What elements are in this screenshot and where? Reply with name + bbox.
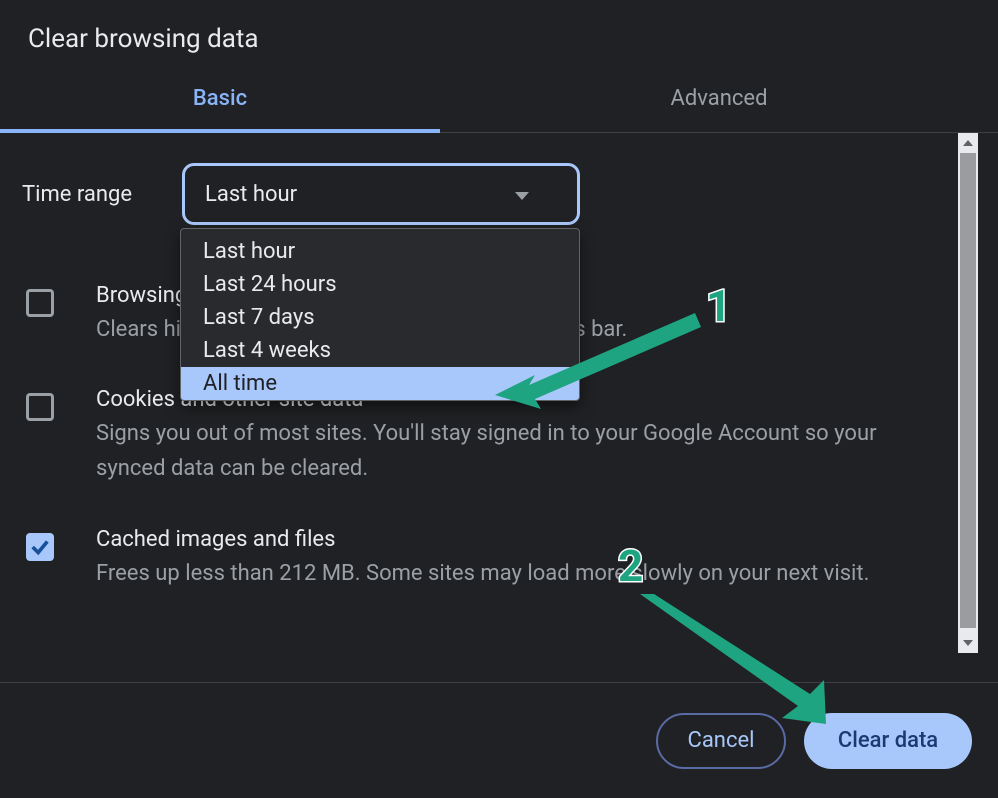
- checkmark-icon: [29, 536, 51, 558]
- checkbox-browsing-history[interactable]: [26, 289, 54, 317]
- option-desc: Frees up less than 212 MB. Some sites ma…: [96, 556, 869, 591]
- chevron-up-icon: [963, 140, 973, 146]
- scrollbar-down-button[interactable]: [958, 633, 978, 653]
- clear-browsing-data-dialog: Clear browsing data Basic Advanced Time …: [0, 0, 998, 798]
- checkbox-cached[interactable]: [26, 533, 54, 561]
- chevron-down-icon: [963, 640, 973, 646]
- checkbox-cookies[interactable]: [26, 393, 54, 421]
- dropdown-option-last-24-hours[interactable]: Last 24 hours: [181, 268, 579, 301]
- time-range-selected-value: Last hour: [205, 182, 297, 207]
- scrollbar-thumb[interactable]: [960, 153, 976, 628]
- scrollbar-track[interactable]: [958, 133, 978, 653]
- scrollbar-up-button[interactable]: [958, 133, 978, 153]
- dialog-content: Time range Last hour Last hour Last 24 h…: [0, 133, 978, 653]
- tab-basic[interactable]: Basic: [0, 72, 440, 133]
- dialog-title: Clear browsing data: [0, 0, 998, 72]
- dialog-tabs: Basic Advanced: [0, 72, 998, 133]
- time-range-row: Time range Last hour: [0, 133, 978, 225]
- option-cached: Cached images and files Frees up less th…: [0, 527, 978, 591]
- option-cookies: Cookies and other site data Signs you ou…: [0, 387, 978, 486]
- time-range-label: Time range: [22, 182, 182, 207]
- annotation-number-2: 2: [618, 540, 643, 592]
- time-range-select[interactable]: Last hour: [182, 163, 580, 225]
- annotation-arrow-2: [640, 594, 840, 734]
- dropdown-option-last-hour[interactable]: Last hour: [181, 235, 579, 268]
- caret-down-icon: [515, 192, 529, 200]
- annotation-number-1: 1: [706, 280, 731, 332]
- annotation-arrow-1: [495, 305, 715, 415]
- tab-advanced[interactable]: Advanced: [440, 72, 998, 132]
- option-desc: Signs you out of most sites. You'll stay…: [96, 416, 938, 486]
- option-title: Cached images and files: [96, 527, 869, 552]
- dialog-footer: Cancel Clear data: [0, 682, 998, 798]
